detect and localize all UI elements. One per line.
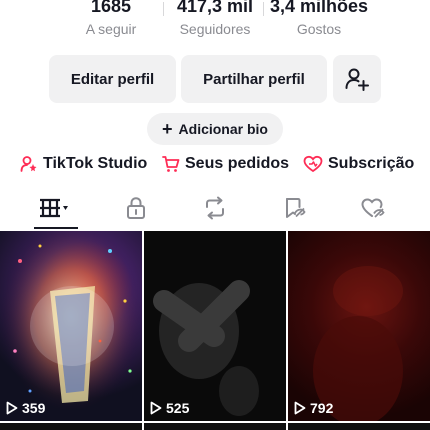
tab-private[interactable]	[114, 190, 158, 226]
view-count-value: 525	[166, 400, 190, 416]
active-tab-indicator	[34, 227, 78, 229]
followers-count: 417,3 mil	[176, 0, 254, 16]
heart-hidden-icon	[361, 198, 385, 218]
cart-icon	[162, 156, 180, 172]
video-thumbnail-image	[153, 280, 259, 416]
video-thumbnail-next-row[interactable]	[0, 423, 142, 430]
video-thumbnail[interactable]: 792	[288, 231, 430, 421]
tab-favorites[interactable]	[272, 190, 316, 226]
add-friend-button[interactable]	[333, 55, 381, 103]
profile-stats: 1685 A seguir 417,3 mil Seguidores 3,4 m…	[0, 0, 430, 44]
video-thumbnail-image	[313, 266, 403, 421]
view-count-value: 792	[310, 400, 334, 416]
view-count-value: 359	[22, 400, 46, 416]
stat-divider	[163, 2, 164, 16]
likes-count: 3,4 milhões	[269, 0, 369, 16]
following-label: A seguir	[85, 21, 137, 37]
video-thumbnail-next-row[interactable]	[144, 423, 286, 430]
tiktok-studio-link[interactable]: TikTok Studio	[20, 152, 147, 176]
add-bio-label: Adicionar bio	[178, 121, 268, 137]
following-stat[interactable]: 1685 A seguir	[80, 0, 142, 38]
orders-label: Seus pedidos	[185, 155, 290, 172]
video-grid: 359 525 792	[0, 231, 430, 430]
play-icon	[294, 401, 306, 415]
profile-tabs	[0, 190, 430, 230]
followers-stat[interactable]: 417,3 mil Seguidores	[172, 0, 258, 38]
bookmark-icon	[286, 198, 306, 218]
profile-links: TikTok Studio Seus pedidos Subscrição	[0, 152, 430, 176]
video-thumbnail-image	[0, 231, 142, 421]
play-icon	[150, 401, 162, 415]
view-count: 359	[6, 400, 45, 416]
person-plus-icon	[345, 68, 369, 91]
share-profile-button[interactable]: Partilhar perfil	[181, 55, 327, 103]
video-thumbnail[interactable]: 525	[144, 231, 286, 421]
subscription-label: Subscrição	[328, 155, 415, 172]
tab-videos[interactable]	[34, 190, 78, 226]
grid-videos-icon	[40, 198, 68, 218]
likes-stat[interactable]: 3,4 milhões Gostos	[266, 0, 372, 38]
subscription-heart-icon	[303, 155, 323, 173]
orders-link[interactable]: Seus pedidos	[162, 152, 289, 176]
subscription-link[interactable]: Subscrição	[303, 152, 414, 176]
likes-label: Gostos	[296, 21, 342, 37]
lock-icon	[127, 197, 145, 219]
video-thumbnail-next-row[interactable]	[288, 423, 430, 430]
video-thumbnail[interactable]: 359	[0, 231, 142, 421]
plus-icon: +	[162, 119, 173, 139]
following-count: 1685	[90, 0, 132, 16]
stat-divider	[263, 2, 264, 16]
edit-profile-button[interactable]: Editar perfil	[49, 55, 176, 103]
studio-person-icon	[20, 156, 37, 172]
add-bio-button[interactable]: + Adicionar bio	[147, 113, 283, 145]
view-count: 525	[150, 400, 189, 416]
followers-label: Seguidores	[179, 21, 251, 37]
tab-reposts[interactable]	[193, 190, 237, 226]
play-icon	[6, 401, 18, 415]
tab-liked[interactable]	[351, 190, 395, 226]
tiktok-studio-label: TikTok Studio	[43, 155, 148, 172]
repost-icon	[206, 196, 224, 220]
view-count: 792	[294, 400, 333, 416]
